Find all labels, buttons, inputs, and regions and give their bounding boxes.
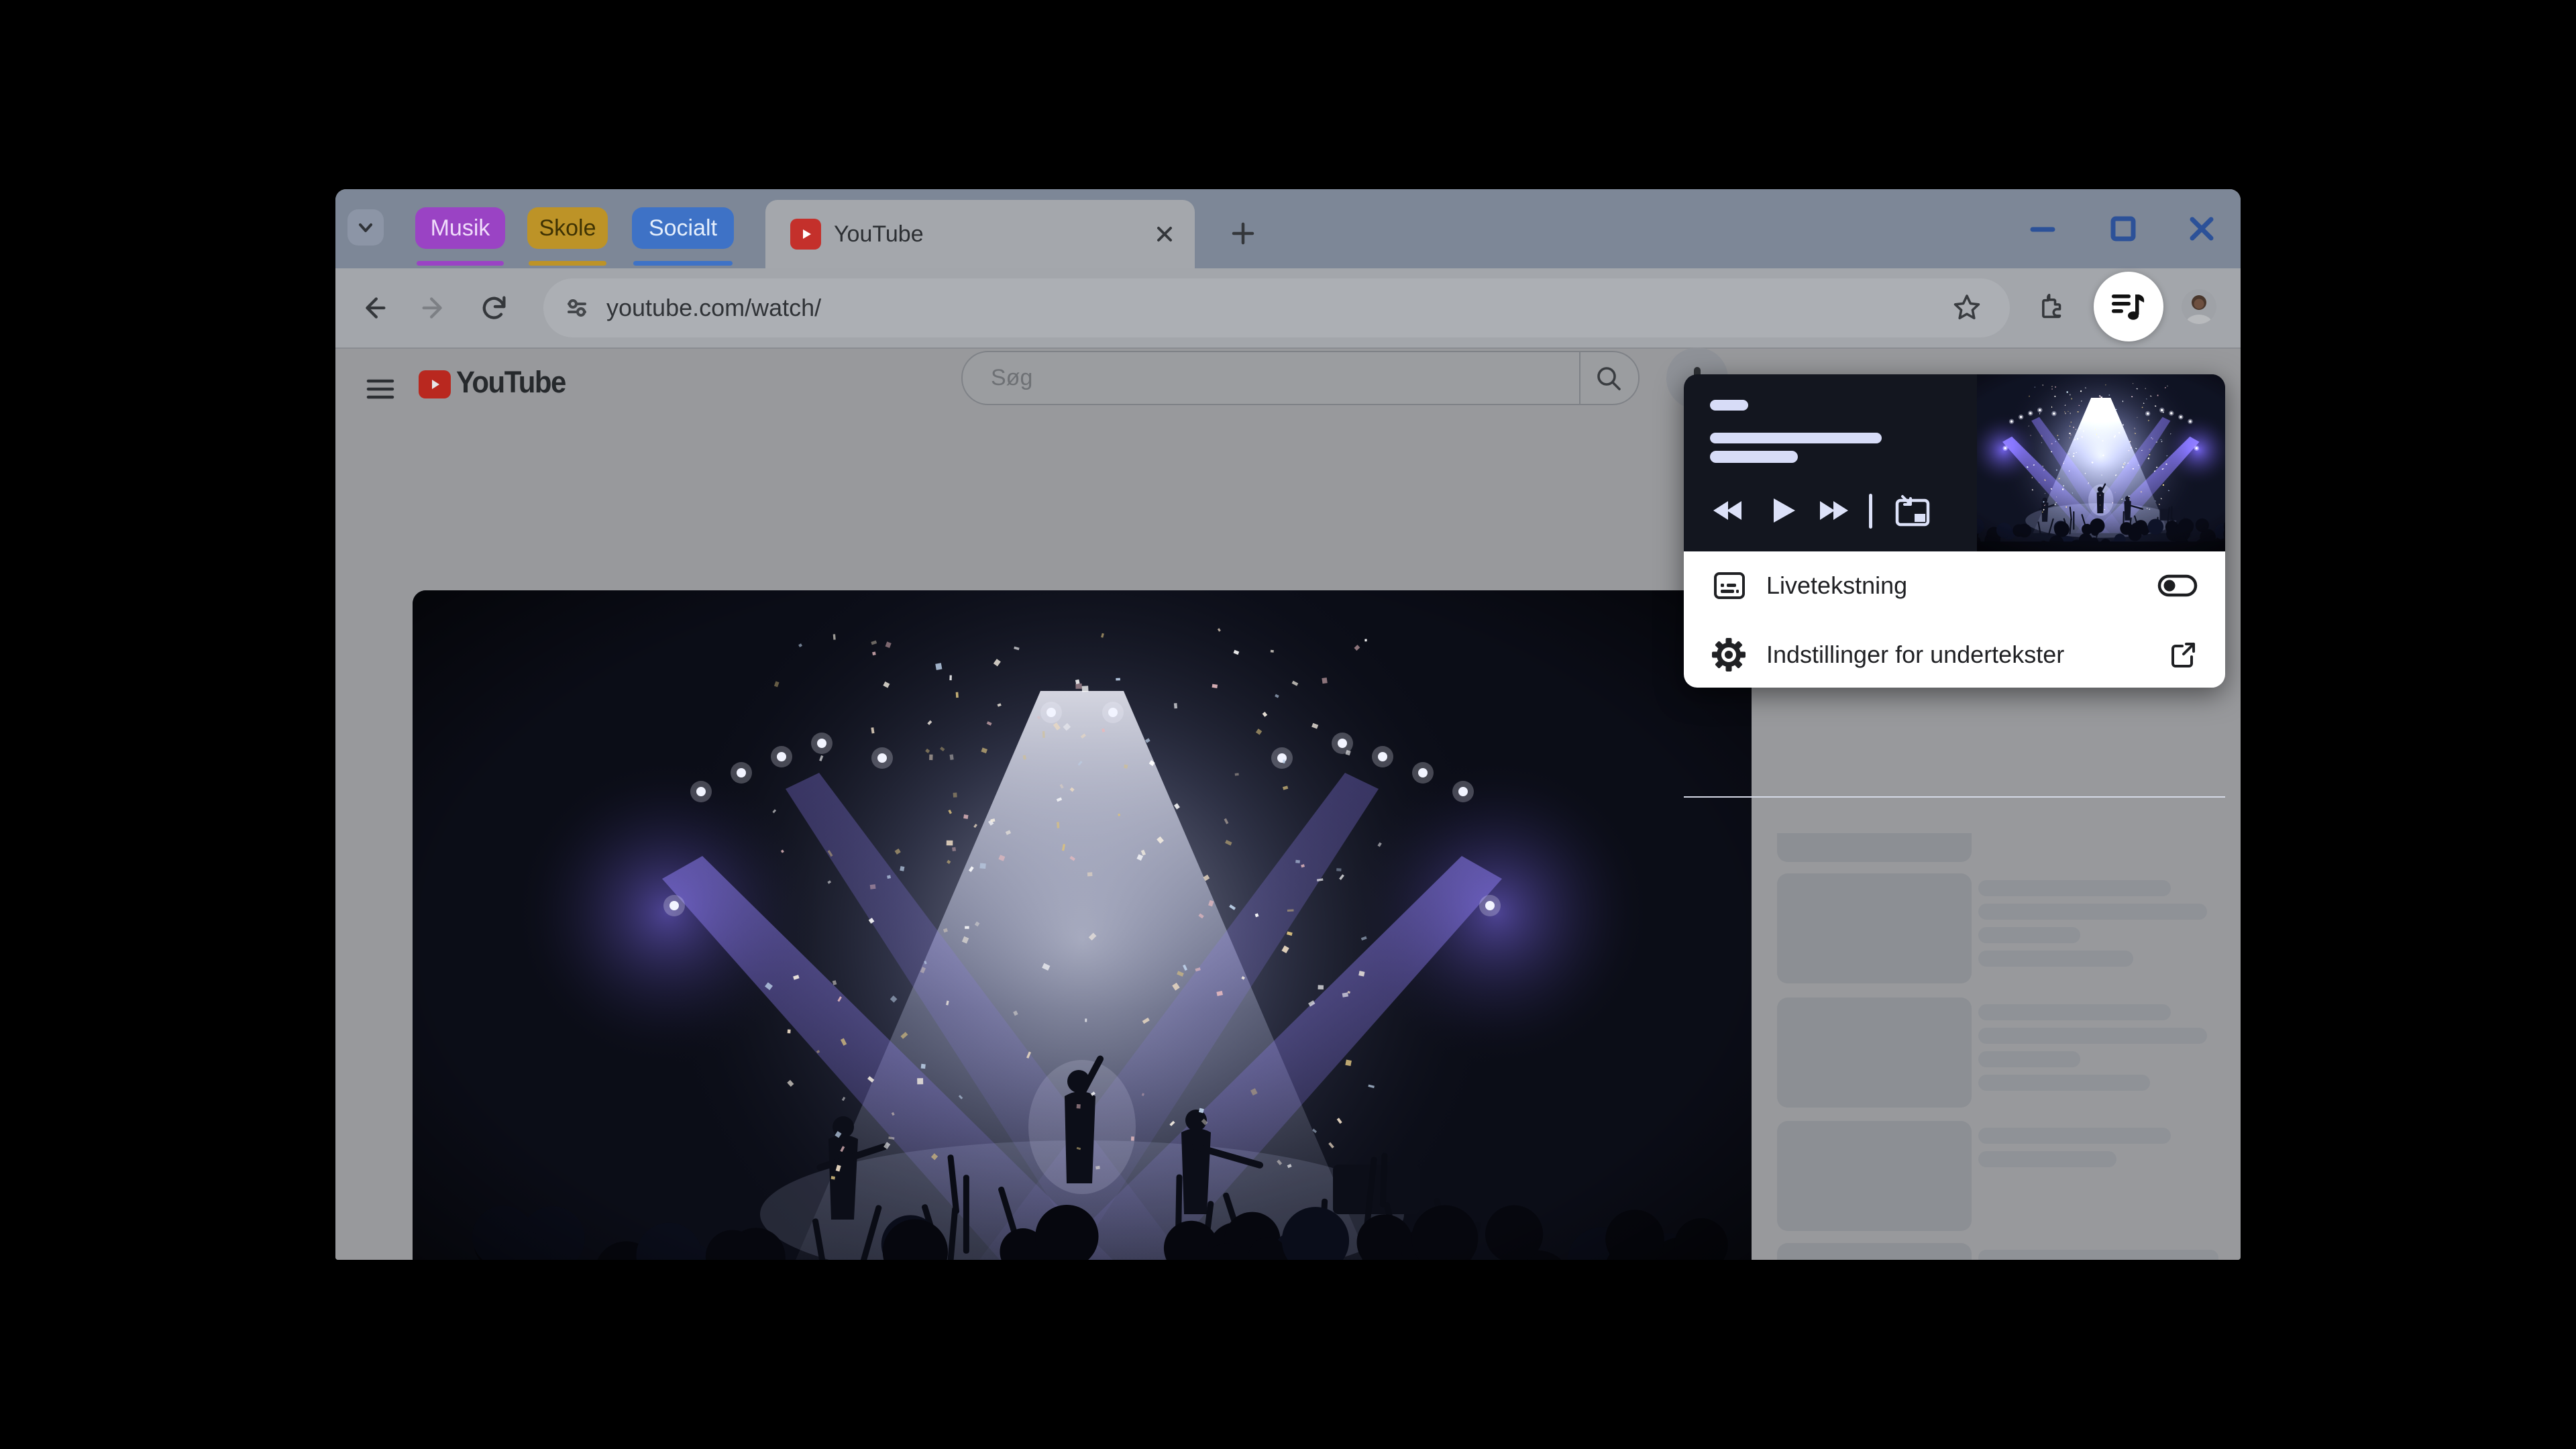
- skeleton-thumbnail: [1777, 998, 1972, 1108]
- tab-group-underline-socialt: [633, 261, 733, 266]
- skeleton-text-bar: [1978, 1151, 2116, 1167]
- video-player[interactable]: Afspilles på et fjernsyn i stuen: [413, 590, 1752, 1260]
- queue-music-icon: [2112, 294, 2145, 320]
- skeleton-text-bar: [1978, 951, 2133, 967]
- chevron-down-icon: [359, 223, 372, 232]
- external-link-icon: [2171, 642, 2195, 667]
- skeleton-text-bar: [1978, 1004, 2171, 1020]
- search-placeholder: Søg: [991, 365, 1033, 390]
- live-caption-toggle[interactable]: [2157, 574, 2198, 598]
- media-controls-popup: Livetekstning Indstillinger for undertek…: [1684, 374, 2225, 798]
- minimize-button[interactable]: [2029, 215, 2057, 243]
- forward-icon[interactable]: [419, 292, 449, 323]
- next-track-icon[interactable]: [1816, 494, 1851, 527]
- tab-search-button[interactable]: [347, 209, 384, 246]
- media-controls-button[interactable]: [2094, 272, 2163, 341]
- play-icon[interactable]: [1768, 494, 1798, 527]
- search-icon[interactable]: [1593, 363, 1624, 394]
- tab-youtube[interactable]: YouTube: [765, 200, 1195, 268]
- skeleton-thumbnail: [1777, 1243, 1972, 1260]
- address-bar[interactable]: youtube.com/watch/: [543, 278, 2010, 337]
- browser-toolbar: youtube.com/watch/: [335, 268, 2241, 349]
- skeleton-thumbnail-partial: [1777, 833, 1972, 862]
- menu-hamburger-icon[interactable]: [366, 376, 395, 402]
- url-text: youtube.com/watch/: [606, 294, 822, 321]
- tab-group-skole[interactable]: Skole: [527, 207, 608, 249]
- youtube-favicon-icon: [790, 219, 821, 250]
- maximize-button[interactable]: [2109, 215, 2137, 243]
- search-divider: [1579, 352, 1580, 404]
- skeleton-text-bar: [1978, 1128, 2171, 1144]
- skeleton-text-bar: [1978, 1028, 2207, 1044]
- browser-window: Musik Skole Socialt YouTube youtube.com/…: [335, 189, 2241, 1260]
- skeleton-text-bar: [1978, 880, 2171, 896]
- skeleton-thumbnail: [1777, 1121, 1972, 1231]
- site-settings-icon[interactable]: [561, 292, 593, 324]
- media-session-card: [1684, 374, 2225, 551]
- search-input[interactable]: Søg: [961, 351, 1640, 405]
- caption-options-panel: Livetekstning Indstillinger for undertek…: [1684, 551, 2225, 798]
- youtube-logo-text[interactable]: YouTube: [456, 365, 566, 400]
- skeleton-text-bar: [1978, 1051, 2080, 1067]
- tab-strip: Musik Skole Socialt YouTube: [335, 189, 2241, 268]
- youtube-logo-icon[interactable]: [419, 370, 451, 398]
- new-tab-button[interactable]: [1230, 220, 1256, 247]
- live-caption-label: Livetekstning: [1766, 571, 1908, 599]
- media-thumbnail: [1977, 374, 2225, 551]
- gear-icon: [1712, 637, 1746, 672]
- skeleton-text-bar: [1978, 927, 2080, 943]
- caption-settings-label: Indstillinger for undertekster: [1766, 640, 2065, 668]
- tab-close-icon[interactable]: [1153, 223, 1176, 246]
- controls-divider: [1869, 494, 1872, 529]
- tab-group-underline-skole: [529, 261, 606, 266]
- extensions-icon[interactable]: [2037, 292, 2068, 323]
- reload-icon[interactable]: [479, 292, 510, 323]
- bookmark-star-icon[interactable]: [1951, 292, 1983, 324]
- skeleton-text-bar: [1978, 904, 2207, 920]
- tab-group-underline-musik: [417, 261, 504, 266]
- profile-avatar[interactable]: [2182, 289, 2216, 324]
- tab-group-musik[interactable]: Musik: [415, 207, 505, 249]
- live-caption-icon: [1714, 572, 1745, 599]
- skeleton-thumbnail: [1777, 873, 1972, 983]
- skeleton-text-bar: [1978, 1075, 2150, 1091]
- close-window-button[interactable]: [2188, 215, 2216, 243]
- tab-group-socialt[interactable]: Socialt: [632, 207, 734, 249]
- skeleton-text-bar: [1978, 1250, 2218, 1260]
- caption-settings-row[interactable]: Indstillinger for undertekster: [1684, 621, 2225, 688]
- row-divider: [1684, 796, 2225, 798]
- back-icon[interactable]: [358, 292, 389, 323]
- tab-title: YouTube: [834, 221, 924, 247]
- live-caption-row[interactable]: Livetekstning: [1684, 551, 2225, 619]
- previous-track-icon[interactable]: [1711, 494, 1746, 527]
- picture-in-picture-icon[interactable]: [1893, 492, 1932, 529]
